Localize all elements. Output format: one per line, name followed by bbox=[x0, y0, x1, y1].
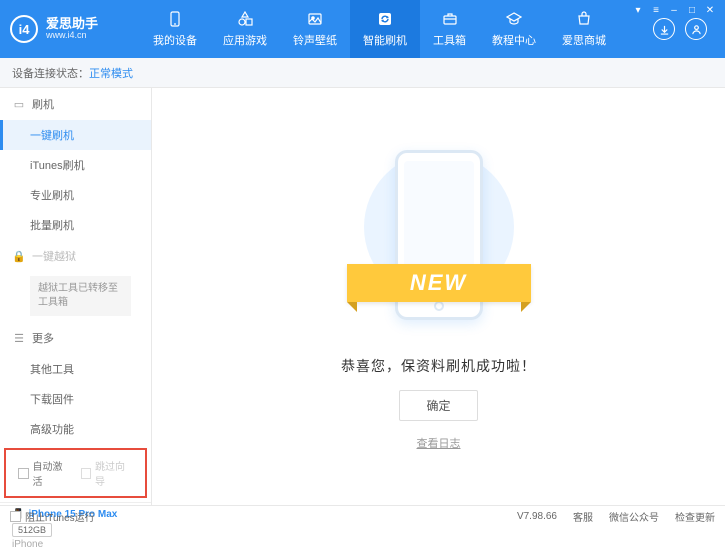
minimize-icon[interactable]: – bbox=[667, 4, 681, 16]
status-label: 设备连接状态： bbox=[12, 65, 89, 81]
ok-button[interactable]: 确定 bbox=[399, 390, 477, 421]
app-icon bbox=[236, 10, 254, 28]
footer-link-wechat[interactable]: 微信公众号 bbox=[609, 509, 659, 524]
version-label: V7.98.66 bbox=[517, 511, 557, 522]
user-button[interactable] bbox=[685, 18, 707, 40]
section-label: 一键越狱 bbox=[32, 248, 76, 264]
nav-ringtone-wallpaper[interactable]: 铃声壁纸 bbox=[280, 0, 350, 58]
sidebar-item-itunes-flash[interactable]: iTunes刷机 bbox=[0, 150, 151, 180]
options-highlighted-box: 自动激活 跳过向导 bbox=[4, 448, 147, 498]
nav-my-device[interactable]: 我的设备 bbox=[140, 0, 210, 58]
phone-icon bbox=[166, 10, 184, 28]
nav-label: 应用游戏 bbox=[223, 32, 267, 48]
nav-label: 工具箱 bbox=[433, 32, 466, 48]
close-icon[interactable]: ✕ bbox=[703, 4, 717, 16]
nav-toolbox[interactable]: 工具箱 bbox=[420, 0, 479, 58]
checkbox-auto-activate[interactable]: 自动激活 bbox=[18, 458, 71, 488]
footer-link-update[interactable]: 检查更新 bbox=[675, 509, 715, 524]
nav-label: 教程中心 bbox=[492, 32, 536, 48]
list-icon[interactable]: ≡ bbox=[649, 4, 663, 16]
success-illustration: NEW bbox=[359, 142, 519, 342]
refresh-icon bbox=[376, 10, 394, 28]
section-label: 更多 bbox=[32, 330, 54, 346]
footer-link-support[interactable]: 客服 bbox=[573, 509, 593, 524]
success-message: 恭喜您，保资料刷机成功啦！ bbox=[341, 356, 536, 376]
sidebar-section-more[interactable]: ☰ 更多 bbox=[0, 322, 151, 354]
sidebar-item-batch-flash[interactable]: 批量刷机 bbox=[0, 210, 151, 240]
device-type: iPhone bbox=[12, 539, 139, 550]
device-storage: 512GB bbox=[12, 523, 52, 537]
flash-section-icon: ▭ bbox=[12, 98, 26, 111]
nav-store[interactable]: 爱思商城 bbox=[549, 0, 619, 58]
nav-apps-games[interactable]: 应用游戏 bbox=[210, 0, 280, 58]
new-ribbon: NEW bbox=[347, 264, 531, 302]
sidebar-section-flash[interactable]: ▭ 刷机 bbox=[0, 88, 151, 120]
app-url: www.i4.cn bbox=[46, 31, 98, 41]
more-section-icon: ☰ bbox=[12, 332, 26, 345]
lock-icon: 🔒 bbox=[12, 250, 26, 263]
nav-tutorials[interactable]: 教程中心 bbox=[479, 0, 549, 58]
nav-label: 爱思商城 bbox=[562, 32, 606, 48]
nav-label: 智能刷机 bbox=[363, 32, 407, 48]
logo-icon: i4 bbox=[10, 15, 38, 43]
sidebar-item-download-firmware[interactable]: 下载固件 bbox=[0, 384, 151, 414]
menu-icon[interactable]: ▾ bbox=[631, 4, 645, 16]
checkbox-skip-guide: 跳过向导 bbox=[81, 458, 134, 488]
nav-label: 我的设备 bbox=[153, 32, 197, 48]
sidebar-item-pro-flash[interactable]: 专业刷机 bbox=[0, 180, 151, 210]
image-icon bbox=[306, 10, 324, 28]
view-log-link[interactable]: 查看日志 bbox=[417, 435, 461, 451]
sidebar-item-oneclick-flash[interactable]: 一键刷机 bbox=[0, 120, 151, 150]
graduation-icon bbox=[505, 10, 523, 28]
jailbreak-notice: 越狱工具已转移至工具箱 bbox=[30, 276, 131, 316]
status-value: 正常模式 bbox=[89, 65, 133, 81]
app-logo: i4 爱思助手 www.i4.cn bbox=[10, 15, 140, 43]
sidebar-item-other-tools[interactable]: 其他工具 bbox=[0, 354, 151, 384]
download-button[interactable] bbox=[653, 18, 675, 40]
nav-label: 铃声壁纸 bbox=[293, 32, 337, 48]
nav-smart-flash[interactable]: 智能刷机 bbox=[350, 0, 420, 58]
store-icon bbox=[575, 10, 593, 28]
sidebar-item-advanced[interactable]: 高级功能 bbox=[0, 414, 151, 444]
status-bar: 设备连接状态： 正常模式 bbox=[0, 58, 725, 88]
sidebar-section-jailbreak: 🔒 一键越狱 bbox=[0, 240, 151, 272]
app-title: 爱思助手 bbox=[46, 17, 98, 31]
toolbox-icon bbox=[441, 10, 459, 28]
section-label: 刷机 bbox=[32, 96, 54, 112]
maximize-icon[interactable]: □ bbox=[685, 4, 699, 16]
checkbox-block-itunes[interactable]: 阻止iTunes运行 bbox=[10, 509, 95, 524]
